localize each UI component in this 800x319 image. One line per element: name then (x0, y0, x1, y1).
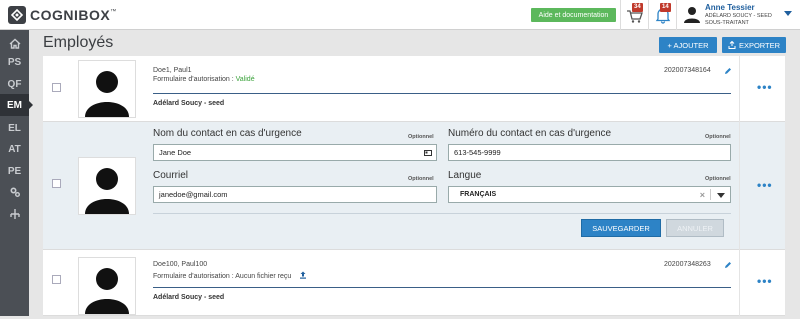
person-silhouette-icon (85, 71, 129, 117)
row-checkbox[interactable] (52, 83, 61, 92)
export-icon (728, 41, 736, 49)
language-value: FRANÇAIS (460, 191, 497, 198)
clear-selection-icon[interactable]: × (700, 190, 705, 200)
top-bar: COGNIBOX ™ Aide et documentation 34 14 A… (0, 0, 800, 30)
language-select[interactable]: FRANÇAIS × (448, 186, 731, 203)
cart-button[interactable]: 34 (625, 3, 645, 25)
email-input[interactable]: janedoe@gmail.com (153, 186, 437, 203)
column-divider (739, 250, 740, 316)
user-avatar-icon[interactable] (684, 6, 700, 23)
sidebar-item-settings[interactable] (0, 181, 29, 203)
sidebar: PS QF EM EL AT PE (0, 30, 33, 316)
employee-edit-row: Nom du contact en cas d'urgence Optionne… (43, 122, 785, 250)
contact-card-icon (424, 150, 432, 156)
sidebar-item-hierarchy[interactable] (0, 203, 29, 225)
sidebar-item-at[interactable]: AT (0, 138, 29, 160)
more-options-icon[interactable]: ••• (757, 275, 772, 287)
authorization-value: Aucun fichier reçu (235, 273, 292, 280)
employee-name[interactable]: Doe1, Paul1 (153, 67, 192, 74)
user-role-line: SOUS-TRAITANT (705, 19, 749, 26)
help-documentation-button[interactable]: Aide et documentation (531, 8, 616, 22)
employee-row[interactable]: Doe1, Paul1 Formulaire d'autorisation : … (43, 56, 785, 122)
row-checkbox[interactable] (52, 275, 61, 284)
dropdown-caret-icon[interactable] (717, 193, 725, 198)
language-label: Langue (448, 170, 482, 181)
authorization-label: Formulaire d'autorisation : (153, 76, 236, 83)
employee-id: 202007348263 (664, 261, 711, 268)
sidebar-item-qf[interactable]: QF (0, 73, 29, 95)
gears-icon (9, 187, 20, 197)
user-organization: ADÉLARD SOUCY - SEED SOUS-TRAITANT (705, 13, 772, 26)
sidebar-item-ps[interactable]: PS (0, 51, 29, 73)
employee-row[interactable]: Doe100, Paul100 Formulaire d'autorisatio… (43, 250, 785, 316)
brand-trademark: ™ (110, 9, 117, 15)
more-options-icon[interactable]: ••• (757, 81, 772, 93)
user-menu-caret-icon[interactable] (784, 11, 792, 16)
emergency-contact-input[interactable]: Jane Doe (153, 144, 437, 161)
home-icon (9, 38, 20, 49)
column-divider (739, 56, 740, 122)
sidebar-item-em[interactable]: EM (0, 94, 33, 116)
export-button[interactable]: EXPORTER (722, 37, 786, 53)
emergency-phone-input[interactable]: 613-545-9999 (448, 144, 731, 161)
sidebar-item-label: EM (7, 99, 22, 111)
upload-icon[interactable] (299, 271, 307, 279)
authorization-label: Formulaire d'autorisation : (153, 273, 236, 280)
emergency-contact-optional: Optionnel (408, 134, 434, 140)
select-divider (710, 189, 711, 200)
authorization-value: Validé (235, 76, 255, 83)
sidebar-item-el[interactable]: EL (0, 117, 29, 139)
employee-list: Doe1, Paul1 Formulaire d'autorisation : … (43, 56, 785, 316)
emergency-phone-optional: Optionnel (705, 134, 731, 140)
email-optional: Optionnel (408, 176, 434, 182)
sidebar-item-pe[interactable]: PE (0, 160, 29, 182)
person-silhouette-icon (85, 268, 129, 314)
page-title: Employés (43, 34, 114, 51)
user-name[interactable]: Anne Tessier (705, 3, 755, 12)
emergency-contact-label: Nom du contact en cas d'urgence (153, 128, 302, 139)
logo-mark-icon (8, 6, 26, 24)
active-pointer-icon (29, 101, 33, 109)
cancel-button[interactable]: ANNULER (666, 219, 724, 237)
notifications-button[interactable]: 14 (653, 3, 673, 25)
language-optional: Optionnel (705, 176, 731, 182)
emergency-phone-label: Numéro du contact en cas d'urgence (448, 128, 612, 139)
edit-icon[interactable] (724, 261, 732, 269)
add-button[interactable]: + AJOUTER (659, 37, 717, 53)
user-org-line: ADÉLARD SOUCY - SEED (705, 13, 772, 19)
authorization-status: Formulaire d'autorisation : Validé (153, 76, 255, 83)
divider (676, 0, 677, 30)
more-options-icon[interactable]: ••• (757, 179, 772, 191)
row-checkbox[interactable] (52, 179, 61, 188)
email-label: Courriel (153, 170, 189, 181)
divider (620, 0, 621, 30)
employee-photo (78, 60, 136, 118)
emergency-contact-value: Jane Doe (159, 148, 192, 157)
employee-organization: Adélard Soucy - seed (153, 294, 225, 301)
divider-line (153, 93, 731, 94)
divider-line (153, 287, 731, 288)
column-divider (739, 122, 740, 250)
edit-icon[interactable] (724, 67, 732, 75)
employee-id: 202007348164 (664, 67, 711, 74)
employee-photo (78, 157, 136, 215)
export-label: EXPORTER (738, 40, 781, 50)
employee-name[interactable]: Doe100, Paul100 (153, 261, 207, 268)
employee-organization: Adélard Soucy - seed (153, 100, 225, 107)
authorization-status: Formulaire d'autorisation : Aucun fichie… (153, 271, 307, 280)
person-silhouette-icon (85, 168, 129, 214)
notifications-badge: 14 (660, 3, 671, 12)
form-divider (153, 213, 731, 214)
brand-logo[interactable]: COGNIBOX ™ (8, 6, 116, 24)
hierarchy-icon (9, 209, 20, 219)
employee-photo (78, 257, 136, 315)
brand-name: COGNIBOX (30, 7, 111, 23)
save-button[interactable]: SAUVEGARDER (581, 219, 661, 237)
cart-badge: 34 (632, 3, 643, 12)
divider (648, 0, 649, 30)
